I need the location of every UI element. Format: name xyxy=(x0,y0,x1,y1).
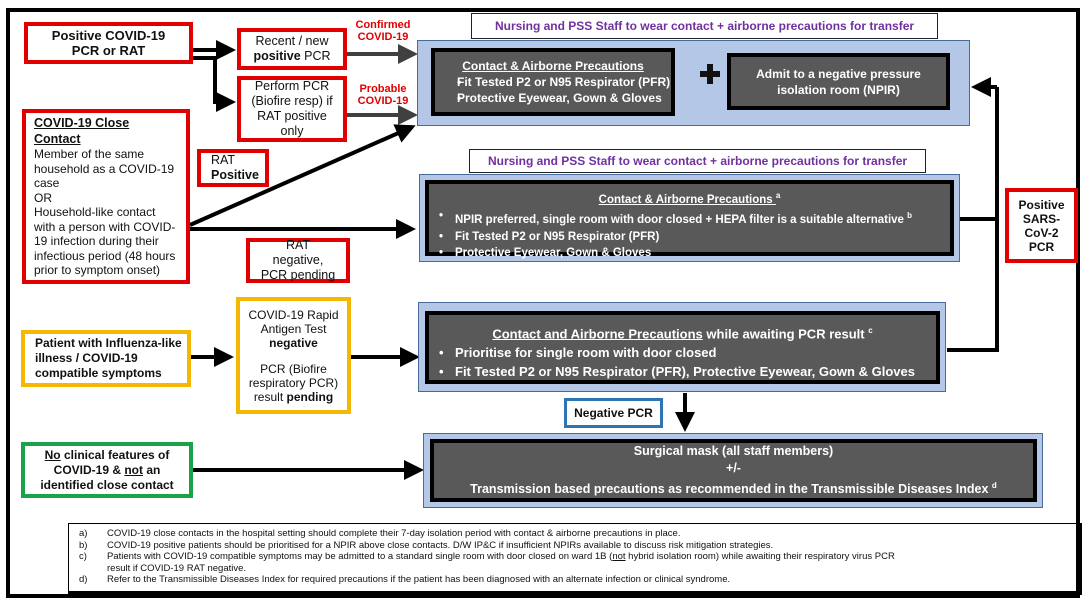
panel2-item-text: NPIR preferred, single room with door cl… xyxy=(455,214,904,227)
recent-pcr-box: Recent / new positive PCR xyxy=(237,28,347,70)
no-features-text: No clinical features of COVID-19 & not a… xyxy=(37,448,177,493)
close-contact-or: OR xyxy=(34,190,52,205)
perform-pcr-text: Perform PCR (Biofire resp) if RAT positi… xyxy=(251,79,333,138)
panel1-npir: Admit to a negative pressure isolation r… xyxy=(727,53,950,110)
panel2-item: NPIR preferred, single room with door cl… xyxy=(429,208,950,228)
rat-negative-text: RAT negative, PCR pending xyxy=(260,238,336,282)
panel3-title-rest: while awaiting PCR result xyxy=(702,326,869,342)
panel3-title-wrap: Contact and Airborne Precautions while a… xyxy=(429,321,936,343)
influenza-box: Patient with Influenza-like illness / CO… xyxy=(21,330,191,387)
rapid-antigen-bold1: negative xyxy=(269,335,318,350)
panel4-precautions: Surgical mask (all staff members) +/- Tr… xyxy=(430,439,1037,502)
positive-covid-text: Positive COVID-19 PCR or RAT xyxy=(51,28,166,58)
footnote-label: b) xyxy=(79,539,88,551)
no-features-no: No xyxy=(44,447,61,462)
footnote-a: a) COVID-19 close contacts in the hospita… xyxy=(79,528,1078,540)
panel1-title: Contact & Airborne Precautions xyxy=(462,59,644,73)
no-features-box: No clinical features of COVID-19 & not a… xyxy=(21,442,193,498)
recent-pcr-rest: PCR xyxy=(300,49,331,63)
close-contact-box: COVID-19 Close Contact Member of the sam… xyxy=(22,109,190,284)
close-contact-line1: Member of the same household as a COVID-… xyxy=(34,147,175,191)
panel4-line1: Surgical mask (all staff members) xyxy=(633,443,834,458)
panel3-item: Prioritise for single room with door clo… xyxy=(429,343,936,362)
rat-positive-box: RAT Positive xyxy=(197,149,269,187)
panel2-item-text: Protective Eyewear, Gown & Gloves xyxy=(455,247,652,260)
positive-covid-box: Positive COVID-19 PCR or RAT xyxy=(24,22,193,64)
rapid-antigen-box: COVID-19 Rapid Antigen Test negative PCR… xyxy=(236,297,351,414)
rat-positive-line1: RAT xyxy=(211,153,236,167)
footnotes: a) COVID-19 close contacts in the hospita… xyxy=(68,523,1082,595)
panel2-title: Contact & Airborne Precautions xyxy=(598,193,773,206)
transfer-note-2: Nursing and PSS Staff to wear contact + … xyxy=(469,149,926,173)
positive-sars-box: Positive SARS-CoV-2 PCR xyxy=(1005,188,1078,263)
transfer-note-1: Nursing and PSS Staff to wear contact + … xyxy=(471,13,938,39)
footnote-text: Refer to the Transmissible Diseases Inde… xyxy=(107,574,731,585)
footnote-label: a) xyxy=(79,528,88,539)
footnote-text: COVID-19 close contacts in the hospital … xyxy=(107,528,681,539)
panel2-precautions: Contact & Airborne Precautions a NPIR pr… xyxy=(425,180,954,261)
footnote-label: d) xyxy=(79,574,88,585)
panel3-item: Fit Tested P2 or N95 Respirator (PFR), P… xyxy=(429,362,936,381)
footnote-b: b) COVID-19 positive patients should be p… xyxy=(79,540,1078,552)
panel1-precautions: Contact & Airborne Precautions Fit Teste… xyxy=(431,48,675,116)
close-contact-title: COVID-19 Close Contact xyxy=(34,116,130,147)
footnote-c-pre: Patients with COVID-19 compatible sympto… xyxy=(107,551,613,562)
close-contact-line2: Household-like contact with a person wit… xyxy=(34,205,176,278)
panel3-precautions: Contact and Airborne Precautions while a… xyxy=(425,311,940,384)
panel1-item: Fit Tested P2 or N95 Respirator (PFR) xyxy=(447,74,671,90)
footnote-text: Patients with COVID-19 compatible sympto… xyxy=(107,551,1078,574)
panel2-title-wrap: Contact & Airborne Precautions a xyxy=(429,188,950,208)
panel4-line3: Transmission based precautions as recomm… xyxy=(470,482,989,497)
panel4-sup: d xyxy=(991,480,997,490)
confirmed-label: Confirmed COVID-19 xyxy=(355,19,411,43)
footnote-c-not: not xyxy=(612,551,626,562)
rat-positive-bold: Positive xyxy=(211,168,259,182)
arrow-positive-to-perform xyxy=(192,56,236,112)
panel2-item: Protective Eyewear, Gown & Gloves xyxy=(429,245,950,262)
recent-pcr-bold: positive xyxy=(253,49,301,63)
panel3-title: Contact and Airborne Precautions xyxy=(492,326,703,342)
footnote-c: c) Patients with COVID-19 compatible symp… xyxy=(79,551,1078,574)
positive-sars-text: Positive SARS-CoV-2 PCR xyxy=(1018,197,1065,254)
rapid-antigen-bold2: pending xyxy=(286,389,334,404)
footnote-label: c) xyxy=(79,551,87,562)
plus-icon xyxy=(700,64,720,84)
footnote-text: COVID-19 positive patients should be pri… xyxy=(107,539,774,551)
negative-pcr-text: Negative PCR xyxy=(574,405,653,420)
probable-label: Probable COVID-19 xyxy=(357,83,409,107)
panel1-item: Protective Eyewear, Gown & Gloves xyxy=(447,90,671,106)
recent-pcr-line2: positive PCR xyxy=(253,49,330,64)
panel4-line2: +/- xyxy=(726,460,741,475)
influenza-text: Patient with Influenza-like illness / CO… xyxy=(35,336,182,380)
panel2-title-sup: a xyxy=(775,191,781,200)
panel2-item-sup: b xyxy=(907,211,913,221)
rapid-antigen-line1: COVID-19 Rapid Antigen Test xyxy=(248,307,339,336)
panel1-npir-text: Admit to a negative pressure isolation r… xyxy=(756,66,921,97)
rapid-antigen-line2: PCR (Biofire respiratory PCR) result pen… xyxy=(246,362,341,404)
panel2-item-text: Fit Tested P2 or N95 Respirator (PFR) xyxy=(455,230,660,243)
footnote-d: d) Refer to the Transmissible Diseases In… xyxy=(79,574,1078,586)
recent-pcr-line1: Recent / new xyxy=(255,34,329,48)
panel3-title-sup: c xyxy=(868,326,873,335)
negative-pcr-box: Negative PCR xyxy=(564,398,663,428)
panel4-line3-wrap: Transmission based precautions as recomm… xyxy=(434,477,1033,498)
rat-negative-box: RAT negative, PCR pending xyxy=(246,238,350,283)
no-features-not: not xyxy=(124,462,143,477)
perform-pcr-box: Perform PCR (Biofire resp) if RAT positi… xyxy=(237,76,347,142)
panel2-item: Fit Tested P2 or N95 Respirator (PFR) xyxy=(429,229,950,246)
